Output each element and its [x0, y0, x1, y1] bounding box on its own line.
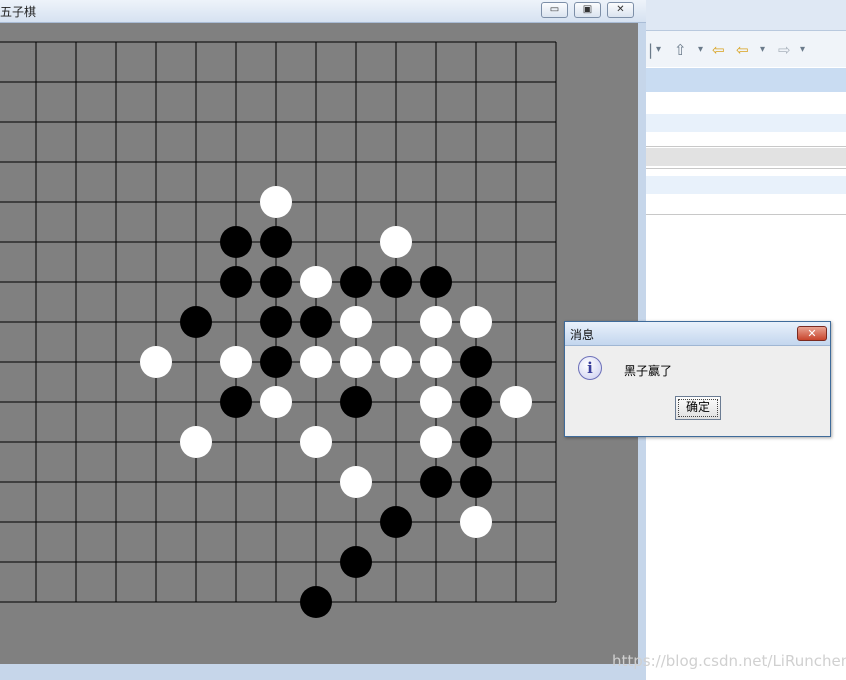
ide-list-row	[646, 176, 846, 194]
message-dialog: 消息 ✕ i 黑子赢了 确定	[564, 321, 831, 437]
black-stone	[220, 226, 252, 258]
dropdown-arrow-icon[interactable]: ▾	[760, 40, 765, 60]
black-stone	[220, 266, 252, 298]
dropdown-arrow-icon[interactable]: ▾	[800, 40, 805, 60]
black-stone	[180, 306, 212, 338]
black-stone	[300, 586, 332, 618]
info-icon: i	[578, 356, 602, 380]
toolbar-divider: |	[648, 41, 654, 59]
window-title: 五子棋	[0, 5, 37, 19]
white-stone	[460, 306, 492, 338]
minimize-button[interactable]: ▭	[541, 2, 568, 18]
white-stone	[300, 266, 332, 298]
black-stone	[380, 266, 412, 298]
white-stone	[420, 426, 452, 458]
white-stone	[340, 466, 372, 498]
black-stone	[260, 266, 292, 298]
black-stone	[220, 386, 252, 418]
white-stone	[220, 346, 252, 378]
black-stone	[460, 386, 492, 418]
ide-list-row	[646, 114, 846, 132]
white-stone	[420, 306, 452, 338]
black-stone	[300, 306, 332, 338]
window-title-bar[interactable]: 五子棋 ▭ ▣ ✕	[0, 0, 646, 23]
black-stone	[460, 346, 492, 378]
black-stone	[460, 466, 492, 498]
close-button[interactable]: ✕	[607, 2, 634, 18]
dialog-close-button[interactable]: ✕	[797, 326, 827, 341]
dialog-title: 消息	[570, 328, 595, 342]
ide-separator	[646, 168, 846, 169]
black-stone	[260, 226, 292, 258]
ide-separator	[646, 214, 846, 215]
white-stone	[460, 506, 492, 538]
maximize-button[interactable]: ▣	[574, 2, 601, 18]
white-stone	[420, 386, 452, 418]
white-stone	[340, 346, 372, 378]
ide-header-band	[646, 68, 846, 92]
white-stone	[420, 346, 452, 378]
black-stone	[260, 346, 292, 378]
black-stone	[340, 546, 372, 578]
dropdown-arrow-icon[interactable]: ▾	[698, 40, 703, 60]
ide-title-bar	[646, 0, 846, 31]
white-stone	[340, 306, 372, 338]
white-stone	[380, 226, 412, 258]
ok-button[interactable]: 确定	[675, 396, 721, 420]
ide-panel-band	[646, 148, 846, 166]
white-stone	[260, 186, 292, 218]
white-stone	[380, 346, 412, 378]
board-canvas[interactable]	[0, 23, 638, 664]
forward-arrow-icon[interactable]: ⇨	[778, 40, 791, 60]
window-frame-bottom	[0, 664, 646, 672]
white-stone	[260, 386, 292, 418]
white-stone	[500, 386, 532, 418]
dialog-title-bar[interactable]: 消息 ✕	[565, 322, 830, 346]
gomoku-window: 五子棋 ▭ ▣ ✕	[0, 0, 646, 680]
back-history-icon[interactable]: ⇦	[712, 40, 725, 60]
dialog-message: 黑子赢了	[624, 364, 673, 378]
black-stone	[460, 426, 492, 458]
game-board[interactable]	[0, 23, 638, 664]
dropdown-arrow-icon[interactable]: ▾	[656, 40, 661, 60]
white-stone	[300, 346, 332, 378]
black-stone	[260, 306, 292, 338]
white-stone	[180, 426, 212, 458]
watermark: https://blog.csdn.net/LiRunchen	[612, 652, 846, 670]
black-stone	[340, 386, 372, 418]
white-stone	[300, 426, 332, 458]
back-arrow-icon[interactable]: ⇦	[736, 40, 749, 60]
black-stone	[380, 506, 412, 538]
upload-icon[interactable]: ⇧	[674, 40, 687, 60]
black-stone	[420, 266, 452, 298]
ide-separator	[646, 146, 846, 147]
black-stone	[420, 466, 452, 498]
white-stone	[140, 346, 172, 378]
black-stone	[340, 266, 372, 298]
